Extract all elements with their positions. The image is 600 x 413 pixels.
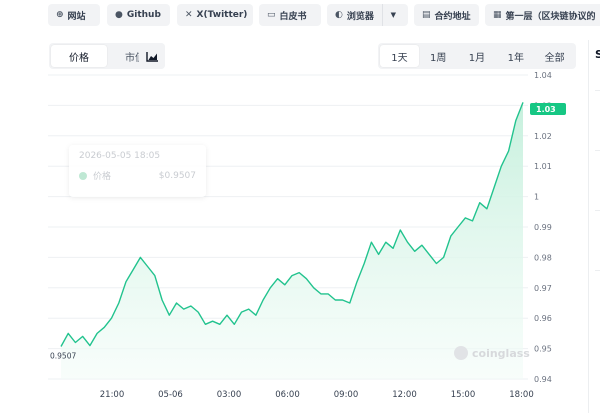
toggle-price[interactable]: 价格: [51, 45, 107, 67]
range-1w[interactable]: 1周: [419, 45, 458, 67]
explorer-dropdown-caret-icon[interactable]: ▼: [381, 4, 404, 26]
link-github[interactable]: ● Github: [107, 4, 170, 26]
document-icon: ▭: [267, 10, 276, 20]
current-price-label: 1.03: [536, 105, 556, 114]
y-tick-label: 0.97: [534, 284, 552, 293]
y-tick-label: 0.96: [534, 314, 552, 323]
coinglass-watermark: coinglass: [454, 346, 530, 360]
contract-icon: ▤: [422, 10, 431, 20]
y-tick-label: 1.02: [534, 132, 552, 141]
range-1m[interactable]: 1月: [458, 45, 497, 67]
x-tick-label: 15:00: [451, 390, 476, 400]
link-contract[interactable]: ▤ 合约地址: [414, 4, 479, 26]
price-area-fill: [61, 102, 523, 380]
range-1d[interactable]: 1天: [380, 45, 419, 67]
tooltip-value: $0.9507: [158, 170, 196, 181]
globe-icon: ⊕: [56, 10, 64, 20]
tag-layer1[interactable]: ▦ 第一层（区块链协议的: [485, 4, 600, 26]
project-links-row: ⊕ 网站 ● Github ✕ X(Twitter) ▭ 白皮书 ◐ 浏览器 ▼…: [0, 0, 600, 32]
side-divider: [595, 150, 600, 151]
range-1y[interactable]: 1年: [496, 45, 535, 67]
y-tick-label: 0.94: [534, 375, 552, 384]
side-divider: [595, 90, 600, 91]
link-explorer-label: 浏览器: [346, 11, 374, 22]
tooltip-label: 价格: [93, 172, 112, 182]
y-tick-label: 1: [534, 193, 539, 202]
tooltip-date: 2026-05-05 18:05: [79, 151, 161, 161]
link-github-label: Github: [126, 10, 161, 20]
x-tick-label: 03:00: [217, 390, 242, 400]
link-twitter[interactable]: ✕ X(Twitter): [177, 4, 253, 26]
y-tick-label: 0.99: [534, 223, 552, 232]
grid-icon: ▦: [493, 10, 502, 20]
series-dot-icon: [79, 171, 87, 180]
y-tick-label: 0.98: [534, 253, 552, 262]
link-twitter-label: X(Twitter): [196, 10, 248, 20]
range-all[interactable]: 全部: [535, 45, 574, 67]
area-chart-icon: [145, 51, 158, 62]
side-divider: [595, 210, 600, 211]
start-price-label: 0.9507: [50, 351, 76, 360]
github-icon: ●: [115, 10, 123, 20]
link-explorer[interactable]: ◐ 浏览器 ▼: [327, 4, 408, 26]
side-divider: [595, 270, 600, 271]
coinglass-logo-icon: [454, 346, 468, 360]
link-whitepaper[interactable]: ▭ 白皮书: [259, 4, 321, 26]
y-tick-label: 1.01: [534, 162, 552, 171]
y-tick-label: 0.95: [534, 345, 552, 354]
x-tick-label: 09:00: [334, 390, 359, 400]
link-website[interactable]: ⊕ 网站: [48, 4, 100, 26]
time-range-selector: 1天 1周 1月 1年 全部: [378, 43, 576, 69]
x-tick-label: 05-06: [158, 390, 183, 400]
side-panel-heading: S: [595, 48, 600, 61]
tag-layer1-label: 第一层（区块链协议的: [505, 11, 596, 22]
x-tick-label: 18:00: [509, 390, 534, 400]
x-icon: ✕: [185, 10, 193, 20]
chart-tooltip: 2026-05-05 18:05 价格 $0.9507: [69, 145, 206, 197]
x-tick-label: 21:00: [100, 390, 125, 400]
x-tick-label: 12:00: [392, 390, 417, 400]
chart-type-button[interactable]: [139, 43, 165, 69]
link-whitepaper-label: 白皮书: [279, 11, 307, 22]
y-tick-label: 1.04: [534, 71, 552, 80]
link-website-label: 网站: [67, 11, 86, 22]
explorer-icon: ◐: [335, 10, 343, 20]
side-panel-edge: S: [588, 40, 600, 413]
watermark-text: coinglass: [472, 346, 530, 360]
link-contract-label: 合约地址: [434, 11, 471, 22]
x-tick-label: 06:00: [275, 390, 300, 400]
